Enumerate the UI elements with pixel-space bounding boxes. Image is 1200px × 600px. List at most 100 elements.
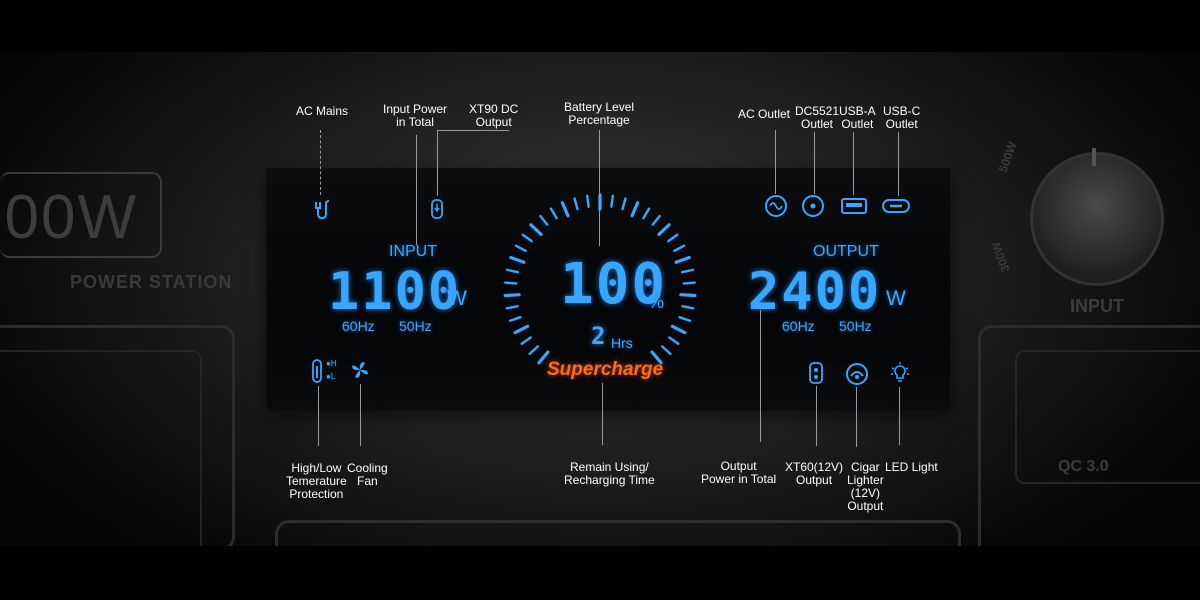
ann-xt60: XT60(12V) Output: [785, 461, 843, 487]
ann-cigar: Cigar Lighter (12V) Output: [847, 461, 884, 513]
ann-ac-mains: AC Mains: [296, 104, 349, 118]
ann-ac-outlet: AC Outlet: [738, 107, 791, 121]
thermometer-icon: [312, 359, 322, 383]
ann-output-power: Output Power in Total: [701, 460, 776, 486]
gauge-tick: [668, 336, 680, 345]
ann-fan: Cooling Fan: [347, 462, 388, 488]
gauge-tick: [682, 281, 696, 285]
leader-ac-outlet: [775, 130, 776, 194]
temp-high-label: ●H: [326, 359, 337, 368]
cigar-lighter-icon: [846, 363, 868, 385]
gauge-tick: [610, 194, 615, 208]
gauge-tick: [673, 244, 686, 253]
gauge-tick: [549, 207, 558, 220]
leader-xt90-h: [437, 130, 509, 131]
leader-output-power: [760, 310, 761, 442]
bg-station-text: POWER STATION: [70, 272, 233, 292]
ann-xt60-2: Output: [796, 473, 833, 487]
leader-ac-mains: [320, 130, 321, 195]
ann-cigar-4: Output: [847, 499, 884, 513]
leader-battery: [599, 130, 600, 246]
gauge-tick: [674, 255, 691, 264]
gauge-tick: [505, 268, 520, 274]
ann-input-power: Input Power in Total: [383, 103, 447, 129]
ann-xt90-2: Output: [475, 115, 512, 129]
ann-temp: High/Low Temerature Protection: [286, 462, 347, 501]
ann-temp-3: Protection: [289, 487, 344, 501]
gauge-tick: [667, 233, 679, 243]
input-unit: W: [447, 287, 467, 310]
leader-dc5521: [814, 132, 815, 194]
leader-usbc: [898, 132, 899, 196]
gauge-tick: [679, 293, 697, 298]
ann-battery-2: Percentage: [568, 113, 630, 127]
xt60-icon: [809, 362, 823, 384]
dc5521-icon: [802, 195, 824, 217]
gauge-tick: [680, 268, 695, 274]
input-label: INPUT: [389, 243, 437, 260]
bg-wattage-badge: 00W: [0, 172, 162, 258]
ann-battery: Battery Level Percentage: [564, 101, 634, 127]
gauge-tick: [514, 244, 527, 253]
battery-unit: %: [648, 292, 665, 312]
leader-xt60: [816, 386, 817, 446]
ann-usbc: USB-C Outlet: [883, 105, 920, 131]
gauge-tick: [681, 304, 695, 310]
gauge-tick: [521, 233, 533, 243]
gauge-tick: [661, 345, 672, 356]
led-light-icon: [891, 362, 909, 382]
ann-output-power-2: Power in Total: [701, 472, 777, 486]
ann-usbc-2: Outlet: [885, 117, 918, 131]
input-freq-50: 50Hz: [399, 318, 432, 334]
usb-a-icon: [841, 198, 867, 214]
gauge-tick: [504, 281, 518, 285]
leader-fan: [360, 384, 361, 446]
gauge-tick: [670, 324, 687, 335]
gauge-tick: [642, 207, 651, 220]
gauge-tick: [509, 255, 526, 264]
ann-input-power-2: in Total: [396, 115, 434, 129]
leader-cigar: [856, 387, 857, 447]
gauge-tick: [573, 197, 579, 211]
gauge-tick: [651, 214, 661, 226]
gauge-tick: [539, 214, 549, 226]
gauge-tick: [508, 315, 522, 322]
gauge-tick: [529, 223, 543, 237]
supercharge-label: Supercharge: [547, 359, 664, 380]
fan-icon: [352, 362, 368, 378]
input-value: 1100: [328, 262, 462, 322]
temp-high: H: [330, 359, 337, 368]
leader-temp: [318, 386, 319, 446]
ann-remain: Remain Using/Recharging Time: [564, 461, 655, 487]
gauge-tick: [560, 201, 570, 218]
bg-knob-300w: 300W: [988, 239, 1013, 275]
ann-usba: USB-A Outlet: [839, 105, 876, 131]
gauge-tick: [503, 293, 521, 298]
ann-remain-2: Recharging Time: [564, 473, 655, 487]
bg-knob-mark: [1092, 148, 1096, 166]
bg-input-knob: [1030, 152, 1164, 286]
ann-dc5521-2: Outlet: [801, 117, 834, 131]
gauge-tick: [621, 197, 627, 211]
top-band: [0, 0, 1200, 52]
product-stage: 00W POWER STATION QC 3.0 500W 300W INPUT…: [0, 0, 1200, 600]
bg-qc-label: QC 3.0: [1058, 458, 1109, 475]
leader-led: [899, 387, 900, 445]
output-freq-50: 50Hz: [839, 318, 872, 334]
temp-low: L: [330, 372, 336, 381]
gauge-tick: [630, 201, 640, 218]
ann-fan-2: Fan: [357, 474, 378, 488]
leader-xt90: [437, 130, 438, 196]
time-value: 2: [591, 322, 608, 350]
bg-knob-label: INPUT: [1070, 296, 1124, 316]
ac-mains-icon: [315, 200, 330, 220]
gauge-tick: [513, 324, 530, 335]
gauge-tick: [520, 336, 532, 345]
xt90-icon: [431, 199, 443, 219]
bottom-band: [0, 546, 1200, 600]
ann-led: LED Light: [885, 460, 938, 474]
gauge-tick: [657, 223, 671, 237]
gauge-tick: [678, 315, 692, 322]
gauge-tick: [585, 194, 590, 208]
output-unit: W: [886, 287, 906, 310]
